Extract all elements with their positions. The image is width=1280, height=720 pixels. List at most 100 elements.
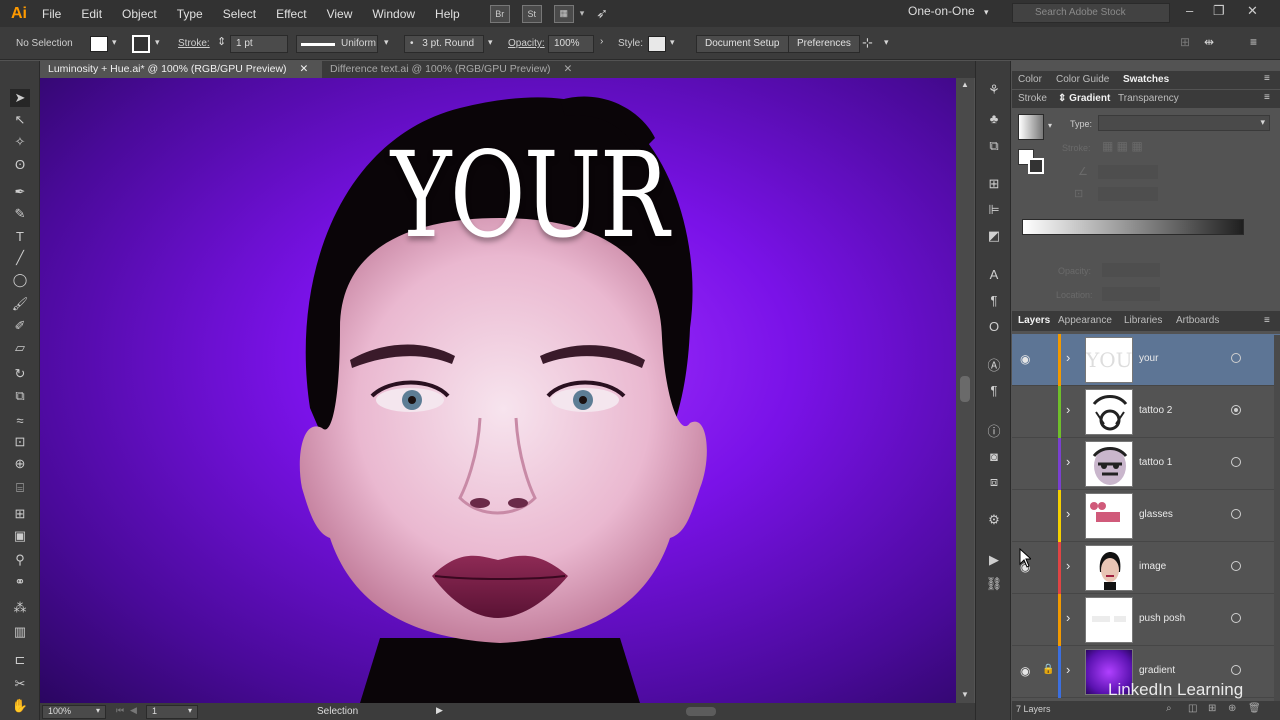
layer-row-push-posh[interactable]: › push posh — [1012, 594, 1280, 646]
bridge-button[interactable]: Br — [489, 4, 510, 23]
selection-tool-icon[interactable]: ➤ — [10, 89, 30, 107]
menu-help[interactable]: Help — [425, 7, 470, 21]
chevron-down-icon[interactable]: ▾ — [670, 37, 675, 48]
stroke-indicator[interactable] — [1028, 158, 1044, 174]
expand-chevron-icon[interactable]: › — [1066, 454, 1070, 469]
lock-icon[interactable]: 🔒 — [1042, 664, 1054, 675]
vertical-scrollbar[interactable]: ▲ ▼ — [956, 78, 974, 703]
layer-row-tattoo-1[interactable]: › tattoo 1 — [1012, 438, 1280, 490]
warp-tool-icon[interactable]: ≈ — [10, 411, 30, 429]
opentype-panel-icon[interactable]: O — [984, 317, 1004, 335]
layer-name[interactable]: image — [1139, 561, 1166, 572]
chevron-down-icon[interactable]: ▾ — [112, 37, 117, 48]
chevron-down-icon[interactable]: ▾ — [188, 706, 192, 715]
previous-artboard-icon[interactable]: ◀ — [130, 705, 137, 716]
align-panel-icon[interactable]: ⊫ — [984, 201, 1004, 219]
menu-window[interactable]: Window — [362, 7, 425, 21]
layer-target-icon[interactable] — [1231, 665, 1241, 675]
links-panel-icon[interactable]: ⧈ — [984, 473, 1004, 491]
layer-target-icon[interactable] — [1231, 353, 1241, 363]
stroke-weight-field[interactable]: 1 pt — [230, 35, 288, 53]
layer-name[interactable]: tattoo 1 — [1139, 457, 1172, 468]
tab-transparency[interactable]: Transparency — [1118, 93, 1179, 104]
mesh-tool-icon[interactable]: ⊞ — [10, 505, 30, 523]
workspace-switcher[interactable]: One-on-One ▾ — [908, 4, 989, 18]
tab-luminosity-hue[interactable]: Luminosity + Hue.ai* @ 100% (RGB/GPU Pre… — [40, 61, 322, 78]
expand-chevron-icon[interactable]: › — [1066, 506, 1070, 521]
column-graph-tool-icon[interactable]: ▥ — [10, 623, 30, 641]
paintbrush-tool-icon[interactable]: 🖌 — [10, 295, 30, 313]
layer-target-icon[interactable] — [1231, 509, 1241, 519]
menu-object[interactable]: Object — [112, 7, 167, 21]
menu-effect[interactable]: Effect — [266, 7, 316, 21]
expand-chevron-icon[interactable]: › — [1066, 662, 1070, 677]
transform-icon[interactable]: ⊹ — [862, 35, 873, 51]
chevron-down-icon[interactable]: ▾ — [155, 37, 160, 48]
perspective-grid-tool-icon[interactable]: ⌸ — [10, 479, 30, 497]
scrollbar-thumb[interactable] — [960, 376, 970, 402]
pathfinder-icon[interactable]: ◩ — [984, 227, 1004, 245]
actions-play-icon[interactable]: ▶ — [984, 551, 1004, 569]
layer-name[interactable]: push posh — [1139, 613, 1185, 624]
club-symbol-icon[interactable]: ♣ — [984, 109, 1004, 127]
gpu-performance-icon[interactable]: ➶ — [596, 5, 608, 22]
opacity-label[interactable]: Opacity: — [508, 38, 545, 49]
tab-layers[interactable]: Layers — [1018, 315, 1050, 326]
expand-chevron-icon[interactable]: › — [1066, 558, 1070, 573]
layer-name[interactable]: tattoo 2 — [1139, 405, 1172, 416]
style-swatch[interactable] — [648, 36, 666, 52]
expand-chevron-icon[interactable]: › — [1066, 402, 1070, 417]
layer-row-glasses[interactable]: › glasses — [1012, 490, 1280, 542]
menu-view[interactable]: View — [317, 7, 363, 21]
stroke-profile-dropdown[interactable]: Uniform — [296, 35, 378, 53]
minimize-icon[interactable]: – — [1186, 3, 1193, 18]
chevron-down-icon[interactable]: ▾ — [1048, 121, 1052, 130]
tab-libraries[interactable]: Libraries — [1124, 315, 1162, 326]
fill-swatch[interactable] — [90, 36, 108, 52]
menu-edit[interactable]: Edit — [71, 7, 112, 21]
tab-gradient[interactable]: ⇕ Gradient — [1058, 93, 1110, 104]
make-clipping-mask-icon[interactable]: ◫ — [1188, 703, 1197, 714]
menu-type[interactable]: Type — [167, 7, 213, 21]
chevron-right-icon[interactable]: › — [600, 36, 603, 47]
eyedropper-tool-icon[interactable]: ⚲ — [10, 551, 30, 569]
horizontal-scrollbar-thumb[interactable] — [686, 707, 716, 716]
tab-color-guide[interactable]: Color Guide — [1056, 74, 1109, 85]
gear-icon[interactable]: ⚙ — [984, 511, 1004, 529]
document-info-icon[interactable]: ◙ — [984, 447, 1004, 465]
delete-layer-icon[interactable]: 🗑 — [1248, 703, 1261, 714]
type-tool-icon[interactable]: T — [10, 227, 30, 245]
shape-builder-tool-icon[interactable]: ⊕ — [10, 455, 30, 473]
tab-stroke[interactable]: Stroke — [1018, 93, 1047, 104]
chevron-down-icon[interactable]: ▾ — [96, 706, 100, 715]
gradient-type-dropdown[interactable]: ▾ — [1098, 115, 1270, 131]
distribute-icon[interactable]: ⇹ — [1204, 35, 1214, 49]
align-icon[interactable]: ⊞ — [1180, 35, 1190, 49]
artboard-tool-icon[interactable]: ⊏ — [10, 651, 30, 669]
transform-panel-icon[interactable]: ⊞ — [984, 175, 1004, 193]
ellipse-tool-icon[interactable]: ◯ — [10, 271, 30, 289]
tab-difference-text[interactable]: Difference text.ai @ 100% (RGB/GPU Previ… — [322, 61, 582, 78]
eye-icon[interactable]: ◉ — [1020, 352, 1030, 366]
gradient-slider[interactable] — [1022, 219, 1244, 235]
menu-file[interactable]: File — [32, 7, 71, 21]
brush-dropdown[interactable]: • 3 pt. Round — [404, 35, 484, 53]
expand-chevron-icon[interactable]: › — [1066, 350, 1070, 365]
eraser-tool-icon[interactable]: ▱ — [10, 339, 30, 357]
panel-menu-icon[interactable]: ≡ — [1264, 315, 1270, 326]
magic-wand-tool-icon[interactable]: ✧ — [10, 133, 30, 151]
layer-name[interactable]: glasses — [1139, 509, 1173, 520]
pen-tool-icon[interactable]: ✒ — [10, 183, 30, 201]
character-styles-icon[interactable]: Ⓐ — [984, 355, 1004, 373]
direct-selection-tool-icon[interactable]: ↖ — [10, 111, 30, 129]
stock-button[interactable]: St — [521, 4, 542, 23]
layer-target-icon[interactable] — [1231, 613, 1241, 623]
chevron-down-icon[interactable]: ▾ — [884, 37, 889, 48]
new-sublayer-icon[interactable]: ⊞ — [1208, 703, 1216, 714]
play-icon[interactable]: ▶ — [436, 705, 443, 716]
layer-target-icon[interactable] — [1231, 561, 1241, 571]
new-layer-icon[interactable]: ⊕ — [1228, 703, 1236, 714]
first-artboard-icon[interactable]: ⏮ — [116, 705, 124, 716]
scale-tool-icon[interactable]: ⧉ — [10, 387, 30, 405]
puppet-warp-icon[interactable]: ⚘ — [984, 81, 1004, 99]
